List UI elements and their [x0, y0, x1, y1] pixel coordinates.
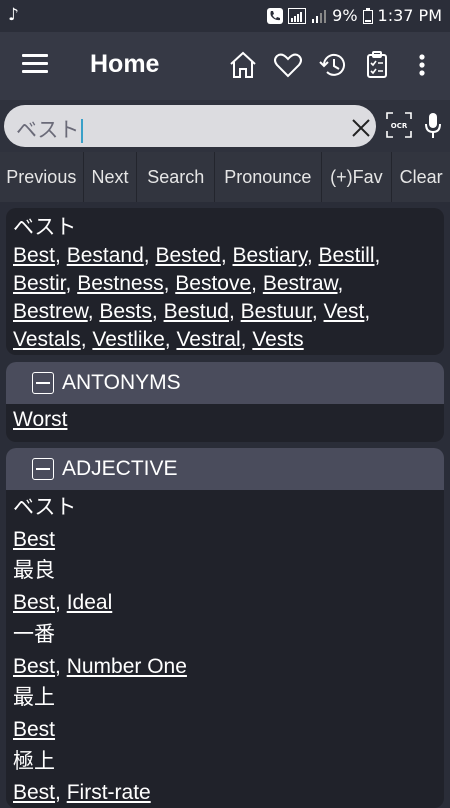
word-link[interactable]: Bestrew	[13, 300, 88, 323]
word-link[interactable]: Bestud	[164, 300, 229, 323]
translation-line: Best, First-rate	[13, 781, 151, 805]
antonyms-card: ANTONYMS Worst	[6, 362, 444, 442]
translation-link[interactable]: Best	[13, 718, 55, 741]
search-value: ベスト	[16, 114, 84, 144]
clear-search-icon[interactable]	[350, 117, 372, 139]
favorite-heart-icon[interactable]	[273, 50, 303, 80]
translation-link[interactable]: Ideal	[67, 591, 113, 614]
clipboard-check-icon[interactable]	[362, 50, 392, 80]
result-card: ベスト Best, Bestand, Bested, Bestiary, Bes…	[6, 208, 444, 355]
search-row: ベスト OCR	[0, 100, 450, 152]
music-note-icon: ♪	[8, 5, 19, 25]
clock-time: 1:37 PM	[377, 6, 442, 25]
translation-line: Best, Ideal	[13, 591, 113, 615]
translation-link[interactable]: Best	[13, 655, 55, 678]
word-link[interactable]: Bestill	[318, 244, 374, 267]
translation-line: Best, Number One	[13, 654, 187, 678]
hamburger-menu-icon[interactable]	[22, 54, 48, 74]
japanese-term: 最上	[13, 686, 55, 710]
action-bar: Previous Next Search Pronounce (+)Fav Cl…	[0, 152, 450, 202]
add-favorite-button[interactable]: (+)Fav	[322, 152, 393, 202]
translation-link[interactable]: Best	[13, 591, 55, 614]
antonym-link[interactable]: Worst	[13, 408, 67, 431]
word-link[interactable]: Bestraw	[263, 272, 338, 295]
word-link[interactable]: Vestals	[13, 328, 81, 351]
translation-link[interactable]: Best	[13, 528, 55, 551]
previous-button[interactable]: Previous	[0, 152, 84, 202]
microphone-icon[interactable]	[424, 112, 442, 140]
word-link[interactable]: Best	[13, 244, 55, 267]
word-link[interactable]: Bestir	[13, 272, 66, 295]
home-icon[interactable]	[228, 50, 258, 80]
word-link[interactable]: Bestuur	[241, 300, 312, 323]
result-word: ベスト	[13, 216, 77, 239]
collapse-icon[interactable]	[32, 458, 54, 480]
word-link[interactable]: Bests	[99, 300, 152, 323]
translation-line: Best	[13, 524, 437, 556]
similar-words-list: Best, Bestand, Bested, Bestiary, Bestill…	[13, 244, 381, 351]
history-icon[interactable]	[318, 50, 348, 80]
search-button[interactable]: Search	[137, 152, 216, 202]
translation-link[interactable]: Best	[13, 781, 55, 804]
japanese-term: ベスト	[13, 496, 77, 519]
status-bar: ♪ 9% 1:37 PM	[0, 0, 450, 32]
pronounce-button[interactable]: Pronounce	[215, 152, 322, 202]
cell-signal-icon	[312, 9, 327, 23]
translation-link[interactable]: Number One	[67, 655, 187, 678]
translation-line: Best	[13, 714, 437, 746]
adjective-title: ADJECTIVE	[62, 457, 178, 480]
word-link[interactable]: Bestiary	[233, 244, 307, 267]
battery-percent: 9%	[332, 6, 358, 25]
japanese-term: 一番	[13, 622, 55, 646]
japanese-term: 極上	[13, 749, 55, 773]
word-link[interactable]: Bestove	[175, 272, 251, 295]
translation-link[interactable]: First-rate	[67, 781, 151, 804]
word-link[interactable]: Vestral	[176, 328, 240, 351]
phone-call-icon	[267, 7, 284, 24]
japanese-term: 最良	[13, 559, 55, 583]
antonyms-title: ANTONYMS	[62, 371, 181, 394]
word-link[interactable]: Vests	[252, 328, 303, 351]
adjective-card: ADJECTIVE ベスト Best 最良 Best, Ideal 一番 Bes…	[6, 448, 444, 808]
word-link[interactable]: Vest	[324, 300, 365, 323]
battery-icon	[362, 7, 373, 24]
more-vert-icon[interactable]	[412, 50, 432, 80]
status-icons: 9% 1:37 PM	[267, 6, 442, 25]
collapse-icon[interactable]	[32, 372, 54, 394]
adjective-header[interactable]: ADJECTIVE	[6, 448, 444, 490]
wifi-signal-icon	[288, 7, 307, 24]
svg-text:OCR: OCR	[391, 122, 408, 130]
ocr-scan-icon[interactable]: OCR	[386, 112, 412, 138]
word-link[interactable]: Bested	[155, 244, 220, 267]
app-toolbar: Home	[0, 32, 450, 100]
word-link[interactable]: Bestand	[67, 244, 144, 267]
antonyms-header[interactable]: ANTONYMS	[6, 362, 444, 404]
word-link[interactable]: Bestness	[77, 272, 163, 295]
word-link[interactable]: Vestlike	[92, 328, 164, 351]
next-button[interactable]: Next	[84, 152, 138, 202]
page-title: Home	[90, 50, 160, 78]
search-input[interactable]: ベスト	[4, 105, 376, 147]
clear-button[interactable]: Clear	[392, 152, 450, 202]
